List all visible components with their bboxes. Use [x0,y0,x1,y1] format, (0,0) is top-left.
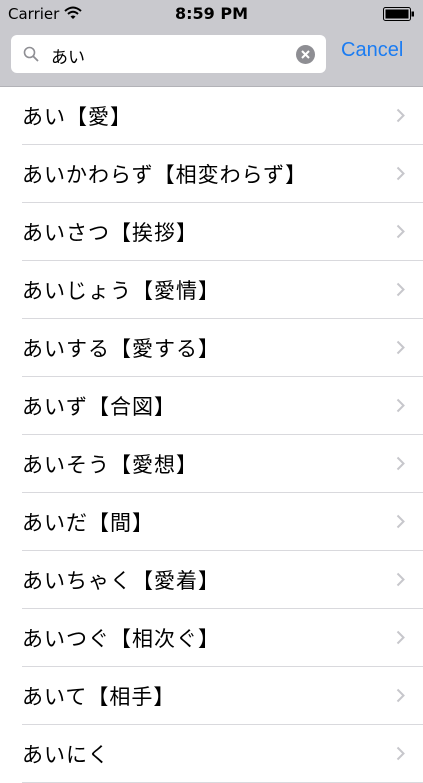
chevron-right-icon [396,572,405,587]
list-item[interactable]: あいかわらず【相変わらず】 [22,145,423,203]
chevron-right-icon [396,514,405,529]
cancel-button[interactable]: Cancel [341,39,403,62]
list-item-label: あいにく [22,743,110,767]
status-time: 8:59 PM [174,4,248,23]
list-item-label: あい【愛】 [22,105,132,129]
chevron-right-icon [396,340,405,355]
search-results-list: あい【愛】あいかわらず【相変わらず】 あいさつ【挨拶】 あいじょう【愛情】 あいする【… [0,87,423,783]
list-item-label: あいそう【愛想】 [22,453,198,477]
list-item[interactable]: あいさつ【挨拶】 [22,203,423,261]
battery-icon [383,7,414,21]
list-item-label: あいじょう【愛情】 [22,279,220,303]
list-item[interactable]: あいちゃく【愛着】 [22,551,423,609]
search-bar-area: Carrier 8:59 PM あい Cancel [0,0,423,87]
chevron-right-icon [396,746,405,761]
clear-search-icon[interactable] [296,45,315,64]
list-item[interactable]: あいつぐ【相次ぐ】 [22,609,423,667]
search-icon [23,46,39,62]
list-item[interactable]: あいて【相手】 [22,667,423,725]
list-item[interactable]: あい【愛】 [22,87,423,145]
chevron-right-icon [396,688,405,703]
list-item-label: あいさつ【挨拶】 [22,221,198,245]
list-item[interactable]: あいず【合図】 [22,377,423,435]
list-item-label: あいだ【間】 [22,511,154,535]
list-item-label: あいず【合図】 [22,395,176,419]
list-item-label: あいちゃく【愛着】 [22,569,220,593]
list-item-label: あいかわらず【相変わらず】 [22,163,308,187]
list-item-label: あいつぐ【相次ぐ】 [22,627,220,651]
chevron-right-icon [396,456,405,471]
chevron-right-icon [396,224,405,239]
chevron-right-icon [396,108,405,123]
list-item[interactable]: あいする【愛する】 [22,319,423,377]
list-item-label: あいする【愛する】 [22,337,220,361]
chevron-right-icon [396,630,405,645]
chevron-right-icon [396,398,405,413]
search-query[interactable]: あい [51,43,85,68]
list-item-label: あいて【相手】 [22,685,176,709]
list-item[interactable]: あいにく [22,725,423,783]
list-item[interactable]: あいじょう【愛情】 [22,261,423,319]
status-bar: Carrier 8:59 PM [0,0,423,28]
list-item[interactable]: あいだ【間】 [22,493,423,551]
chevron-right-icon [396,166,405,181]
chevron-right-icon [396,282,405,297]
search-input[interactable]: あい [11,35,326,73]
list-item[interactable]: あいそう【愛想】 [22,435,423,493]
